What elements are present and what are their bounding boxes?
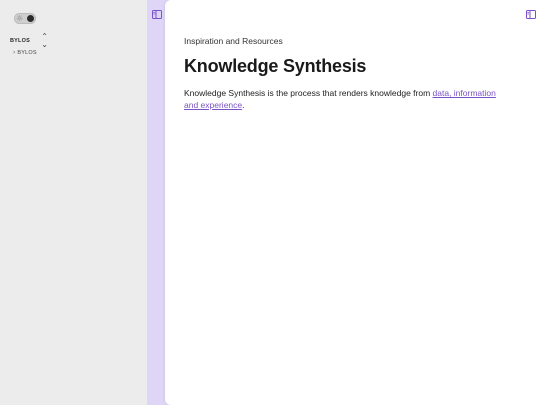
vault-name: BYLOS — [10, 38, 30, 44]
breadcrumb[interactable]: Inspiration and Resources — [184, 36, 283, 46]
paragraph-end: . — [242, 100, 245, 110]
chevron-up-down-icon: ⌃ ⌄ — [41, 32, 48, 49]
tree-item-bylos[interactable]: › BYLOS — [13, 49, 37, 56]
chevron-right-icon: › — [13, 49, 16, 56]
right-sidebar-toggle-icon[interactable] — [526, 6, 536, 19]
toggle-knob — [27, 15, 34, 22]
sun-icon: ☼ — [16, 14, 24, 23]
left-sidebar: ☼ BYLOS ⌃ ⌄ › BYLOS — [0, 0, 148, 405]
page-paragraph: Knowledge Synthesis is the process that … — [184, 87, 504, 111]
sidebar-toggle-icon[interactable] — [152, 6, 162, 19]
vault-switcher[interactable]: BYLOS ⌃ ⌄ — [10, 32, 48, 49]
page-title: Knowledge Synthesis — [184, 56, 367, 76]
tree-item-label: BYLOS — [17, 49, 37, 56]
paragraph-text: Knowledge Synthesis is the process that … — [184, 88, 433, 98]
theme-toggle[interactable]: ☼ — [14, 13, 36, 24]
